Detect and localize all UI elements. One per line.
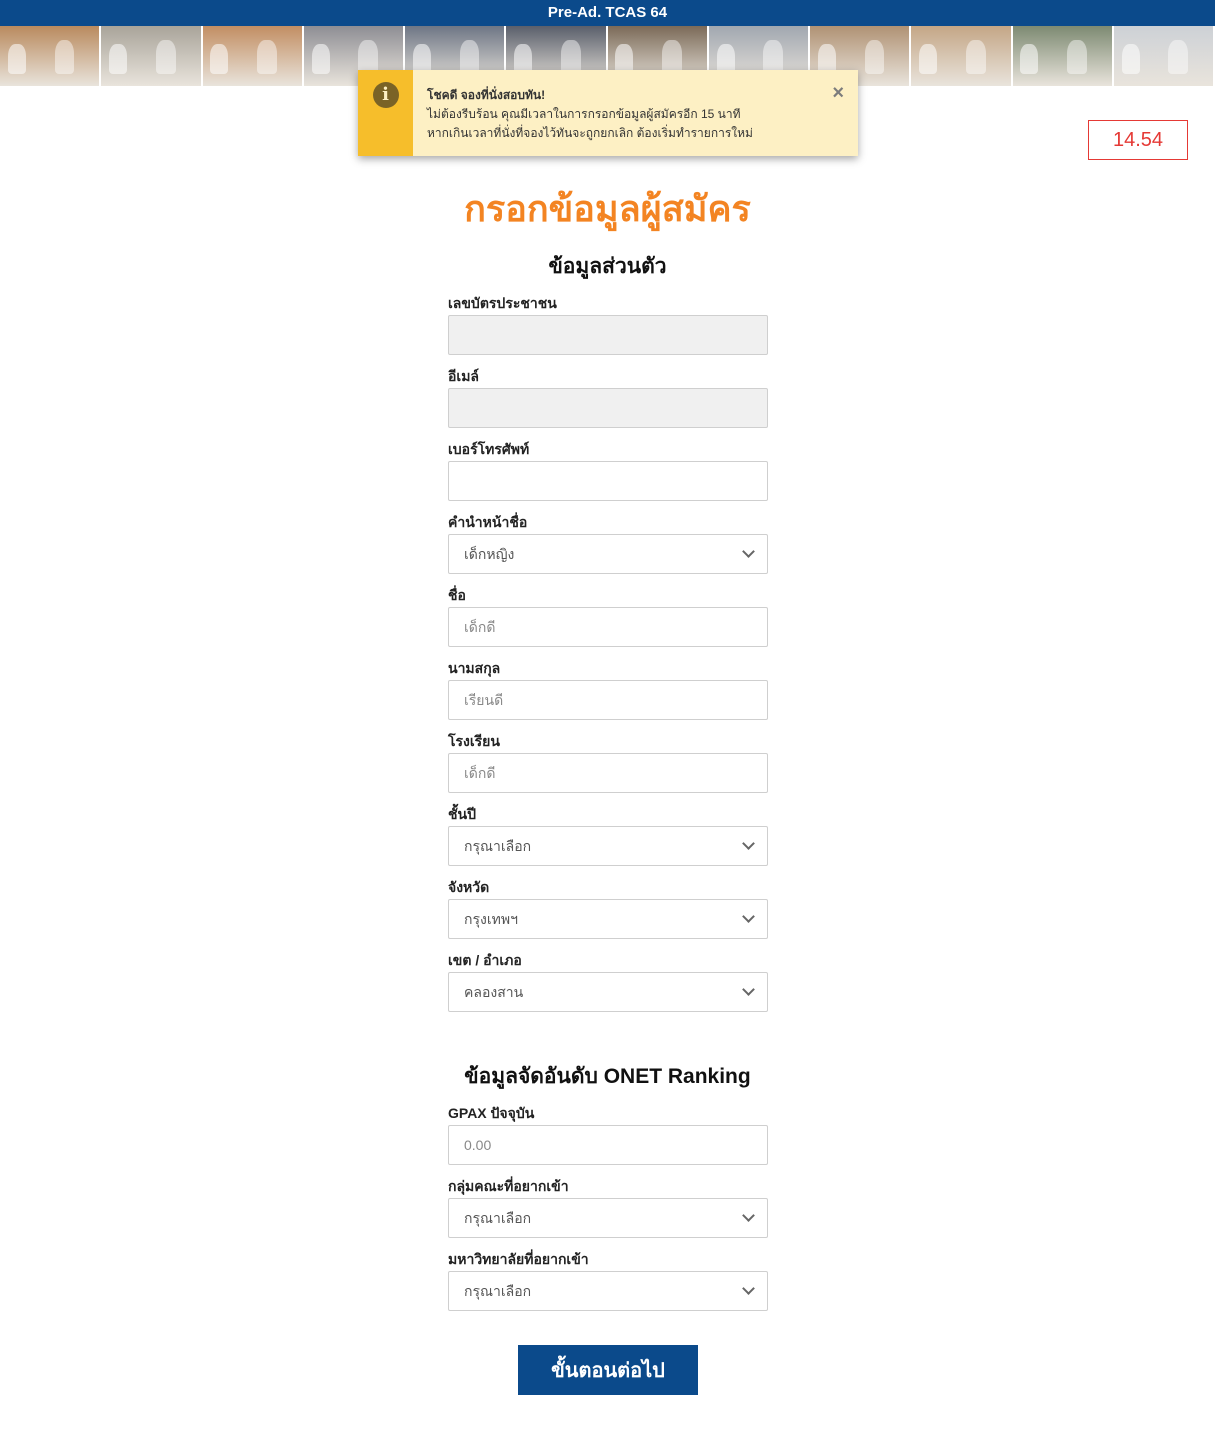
faculty-label: กลุ่มคณะที่อยากเข้า <box>448 1178 569 1194</box>
close-icon[interactable]: × <box>832 82 844 104</box>
ranking-info-heading: ข้อมูลจัดอันดับ ONET Ranking <box>464 1065 751 1088</box>
toast-icon-bar: i <box>358 70 413 156</box>
grade-label: ชั้นปี <box>448 806 476 822</box>
banner-photo <box>202 26 304 86</box>
chevron-down-icon <box>742 545 755 558</box>
university-label: มหาวิทยาลัยที่อยากเข้า <box>448 1251 589 1267</box>
next-step-button[interactable]: ขั้นตอนต่อไป <box>518 1345 698 1395</box>
chevron-down-icon <box>742 910 755 923</box>
banner-photo <box>101 26 203 86</box>
gpax-input[interactable] <box>448 1125 768 1165</box>
toast-line-2: หากเกินเวลาที่นั่งที่จองไว้ทันจะถูกยกเลิ… <box>427 126 753 140</box>
info-icon: i <box>372 82 399 108</box>
notice-toast: i โชคดี จองที่นั่งสอบทัน! ไม่ต้องรีบร้อน… <box>358 70 858 156</box>
prefix-label: คำนำหน้าชื่อ <box>448 514 528 530</box>
prefix-select[interactable]: เด็กหญิง <box>448 534 768 574</box>
last-name-label: นามสกุล <box>448 660 501 676</box>
district-selected-value: คลองสาน <box>464 984 524 1000</box>
prefix-selected-value: เด็กหญิง <box>464 546 515 562</box>
last-name-input[interactable] <box>448 680 768 720</box>
faculty-selected-value: กรุณาเลือก <box>464 1210 532 1226</box>
chevron-down-icon <box>742 1209 755 1222</box>
banner-photo <box>1113 26 1215 86</box>
province-label: จังหวัด <box>448 879 490 895</box>
phone-label: เบอร์โทรศัพท์ <box>448 441 530 457</box>
chevron-down-icon <box>742 837 755 850</box>
province-selected-value: กรุงเทพฯ <box>464 911 518 927</box>
site-title: Pre-Ad. TCAS 64 <box>547 4 668 21</box>
personal-info-heading: ข้อมูลส่วนตัว <box>548 255 667 278</box>
province-select[interactable]: กรุงเทพฯ <box>448 899 768 939</box>
id-card-label: เลขบัตรประชาชน <box>448 295 557 311</box>
email-input[interactable] <box>448 388 768 428</box>
toast-line-1: ไม่ต้องรีบร้อน คุณมีเวลาในการกรอกข้อมูลผ… <box>427 107 741 121</box>
banner-photo <box>0 26 102 86</box>
chevron-down-icon <box>742 983 755 996</box>
first-name-label: ชื่อ <box>448 587 466 603</box>
grade-selected-value: กรุณาเลือก <box>464 838 532 854</box>
gpax-label: GPAX ปัจจุบัน <box>448 1105 535 1121</box>
district-label: เขต / อำเภอ <box>448 952 522 968</box>
countdown-timer: 14.54 <box>1088 120 1188 160</box>
email-label: อีเมล์ <box>448 368 480 384</box>
university-select[interactable]: กรุณาเลือก <box>448 1271 768 1311</box>
banner-photo <box>1012 26 1114 86</box>
chevron-down-icon <box>742 1282 755 1295</box>
district-select[interactable]: คลองสาน <box>448 972 768 1012</box>
phone-input[interactable] <box>448 461 768 501</box>
first-name-input[interactable] <box>448 607 768 647</box>
university-selected-value: กรุณาเลือก <box>464 1283 532 1299</box>
toast-title: โชคดี จองที่นั่งสอบทัน! <box>427 88 546 102</box>
top-bar: Pre-Ad. TCAS 64 <box>0 0 1215 26</box>
toast-message: โชคดี จองที่นั่งสอบทัน! ไม่ต้องรีบร้อน ค… <box>413 70 858 156</box>
grade-select[interactable]: กรุณาเลือก <box>448 826 768 866</box>
banner-photo <box>911 26 1013 86</box>
faculty-select[interactable]: กรุณาเลือก <box>448 1198 768 1238</box>
school-input[interactable] <box>448 753 768 793</box>
school-label: โรงเรียน <box>448 733 500 749</box>
page-title: กรอกข้อมูลผู้สมัคร <box>464 188 751 229</box>
id-card-input[interactable] <box>448 315 768 355</box>
